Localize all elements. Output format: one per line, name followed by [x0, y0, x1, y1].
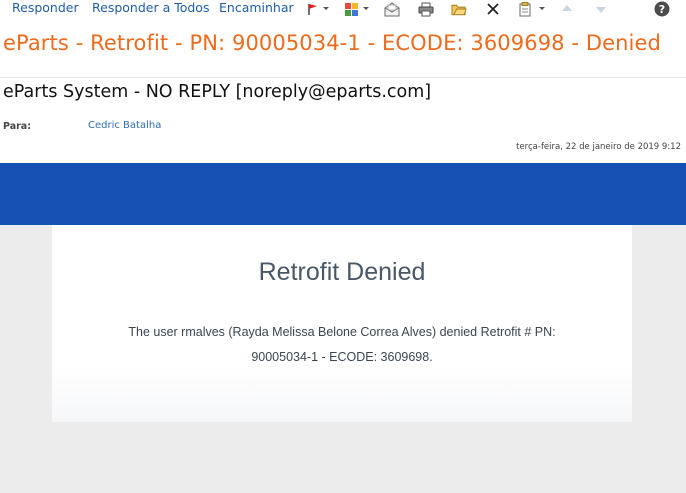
email-content-line-2: 90005034-1 - ECODE: 3609698. [251, 350, 433, 364]
categories-dropdown-chevron-icon[interactable] [363, 7, 369, 10]
email-content-card: Retrofit Denied The user rmalves (Rayda … [52, 225, 632, 422]
email-content-line-1: The user rmalves (Rayda Melissa Belone C… [128, 325, 556, 339]
down-arrow-icon[interactable] [593, 1, 609, 17]
reply-all-button[interactable]: Responder a Todos [92, 0, 209, 16]
delete-icon[interactable] [485, 1, 501, 17]
to-label: Para: [3, 121, 32, 132]
flag-dropdown-chevron-icon[interactable] [323, 7, 329, 10]
forward-button[interactable]: Encaminhar [219, 0, 294, 16]
message-toolbar: Responder Responder a Todos Encaminhar ? [0, 0, 686, 18]
email-sender: eParts System - NO REPLY [noreply@eparts… [3, 82, 432, 102]
move-folder-icon[interactable] [451, 1, 467, 17]
flag-icon[interactable] [305, 1, 321, 17]
rules-icon[interactable] [518, 1, 534, 17]
rules-dropdown-chevron-icon[interactable] [539, 7, 545, 10]
recipient-link[interactable]: Cedric Batalha [88, 120, 161, 131]
email-content-text: The user rmalves (Rayda Melissa Belone C… [92, 320, 592, 370]
help-icon[interactable]: ? [654, 1, 670, 17]
email-content-title: Retrofit Denied [258, 258, 426, 286]
print-icon[interactable] [418, 1, 434, 17]
received-date: terça-feira, 22 de janeiro de 2019 9:12 [516, 142, 681, 152]
email-reading-pane: Responder Responder a Todos Encaminhar ?… [0, 0, 686, 493]
categories-icon[interactable] [343, 1, 359, 17]
email-header-banner [0, 163, 686, 225]
up-arrow-icon[interactable] [559, 1, 575, 17]
email-subject: eParts - Retrofit - PN: 90005034-1 - ECO… [3, 31, 661, 55]
reply-button[interactable]: Responder [12, 0, 79, 16]
subject-divider [0, 77, 686, 78]
svg-text:?: ? [659, 3, 665, 16]
mark-read-icon[interactable] [384, 1, 400, 17]
